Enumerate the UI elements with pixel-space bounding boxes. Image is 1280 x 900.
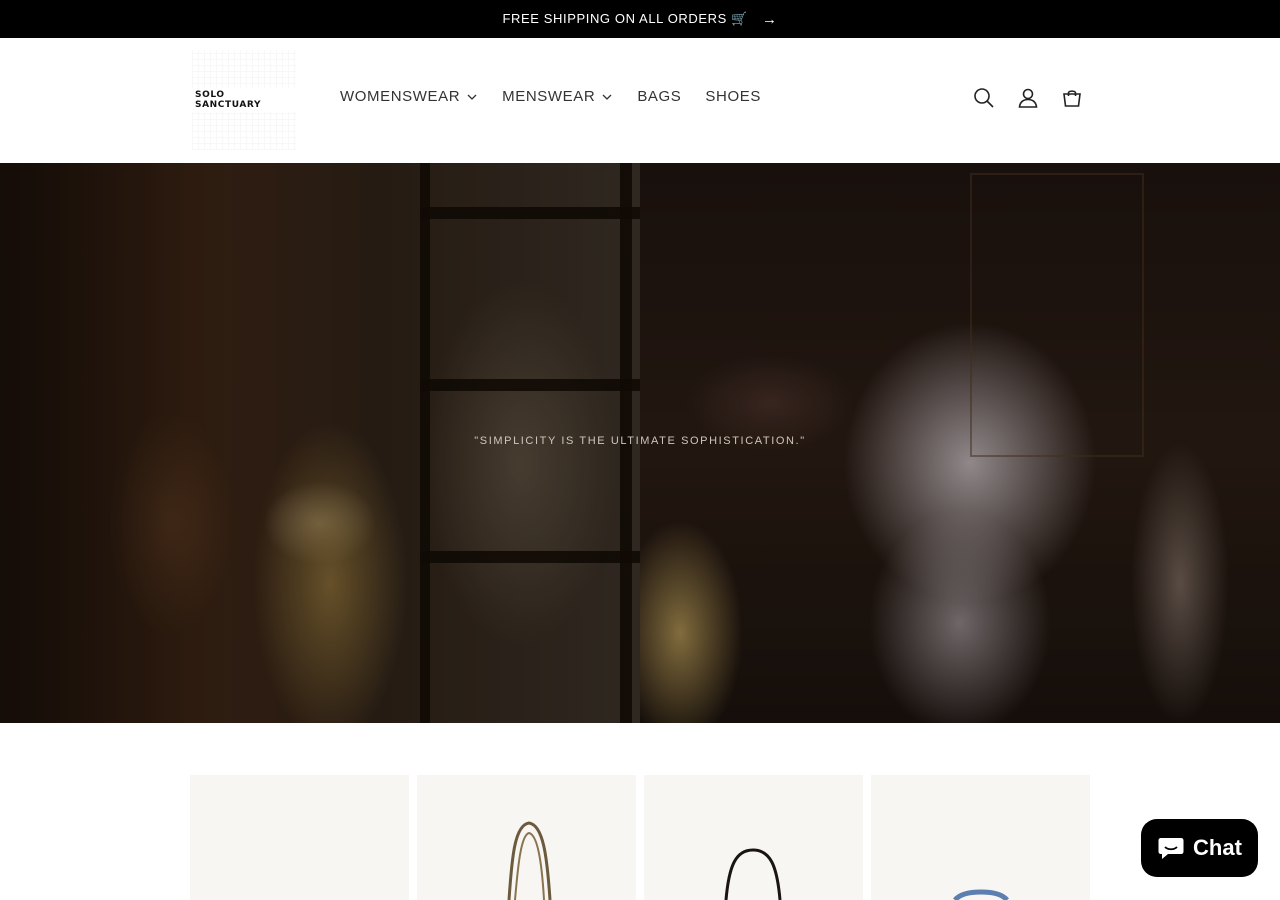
nav-item-bags[interactable]: BAGS xyxy=(625,86,693,107)
handbag-image xyxy=(724,848,782,900)
chat-button[interactable]: Chat xyxy=(1141,819,1258,877)
hero-quote: "SIMPLICITY IS THE ULTIMATE SOPHISTICATI… xyxy=(474,435,806,447)
product-card[interactable] xyxy=(871,775,1090,900)
nav-item-label: BAGS xyxy=(637,88,682,105)
logo[interactable]: SOLO SANCTUARY xyxy=(192,50,296,150)
nav-item-menswear[interactable]: MENSWEAR xyxy=(490,86,625,107)
handbag-image xyxy=(953,889,1009,900)
header-icons xyxy=(972,86,1084,110)
main-nav: WOMENSWEAR MENSWEAR BAGS SHOES xyxy=(328,86,773,107)
chat-label: Chat xyxy=(1193,835,1242,860)
handbag-image xyxy=(507,821,552,900)
nav-item-label: MENSWEAR xyxy=(502,88,596,105)
site-header: SOLO SANCTUARY WOMENSWEAR MENSWEAR BAGS … xyxy=(0,38,1280,163)
hero-banner: "SIMPLICITY IS THE ULTIMATE SOPHISTICATI… xyxy=(0,163,1280,723)
chevron-down-icon xyxy=(602,94,612,100)
arrow-right-icon[interactable]: → xyxy=(762,11,778,28)
announcement-text: FREE SHIPPING ON ALL ORDERS 🛒 xyxy=(502,11,748,26)
product-card[interactable] xyxy=(190,775,409,900)
product-card[interactable] xyxy=(417,775,636,900)
account-icon[interactable] xyxy=(1016,86,1040,110)
nav-item-womenswear[interactable]: WOMENSWEAR xyxy=(328,86,490,107)
product-grid xyxy=(190,775,1090,900)
logo-text: SOLO SANCTUARY xyxy=(192,88,296,112)
chevron-down-icon xyxy=(467,94,477,100)
search-icon[interactable] xyxy=(972,86,996,110)
chat-bubble-icon xyxy=(1158,838,1184,859)
product-card[interactable] xyxy=(644,775,863,900)
nav-item-label: WOMENSWEAR xyxy=(340,88,461,105)
announcement-bar[interactable]: FREE SHIPPING ON ALL ORDERS 🛒 → xyxy=(0,0,1280,38)
nav-item-shoes[interactable]: SHOES xyxy=(693,86,773,107)
nav-item-label: SHOES xyxy=(705,88,761,105)
cart-icon[interactable] xyxy=(1060,86,1084,110)
